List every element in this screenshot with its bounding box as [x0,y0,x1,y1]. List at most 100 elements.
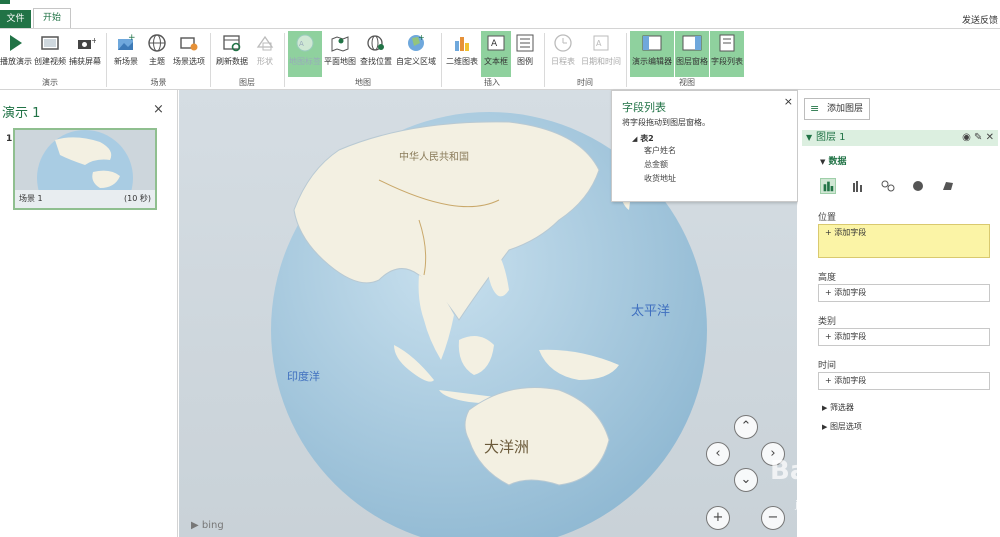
create-video-label: 创建视频 [34,57,66,66]
category-field-well[interactable]: + 添加字段 [818,328,990,346]
close-field-list-icon[interactable]: × [784,95,793,108]
custom-regions-icon: + [408,33,425,51]
height-field-well[interactable]: + 添加字段 [818,284,990,302]
timeline-button[interactable]: 日程表 [548,31,578,77]
refresh-data-button[interactable]: 刷新数据 [214,31,250,77]
layer-pane-button[interactable]: 图层窗格 [675,31,709,77]
custom-regions-label: 自定义区域 [396,57,436,66]
svg-text:+: + [418,33,425,42]
excel-logo-icon [0,0,10,4]
create-video-button[interactable]: 创建视频 [32,31,68,77]
date-time-label: 日期和时间 [581,57,621,66]
eye-icon[interactable]: ◉ [962,132,971,143]
tilt-up-button[interactable]: ⌃ [734,415,758,439]
scene-options-label: 场景选项 [173,57,205,66]
scene-number: 1 [6,134,13,144]
clock-icon [554,34,572,52]
timeline-label: 日程表 [551,57,575,66]
layer-name: 图层 1 [816,132,846,143]
bubble-viz-icon[interactable] [880,178,896,194]
label-china: 中华人民共和国 [399,150,469,163]
chevron-up-icon: ⌃ [740,419,752,434]
heat-map-viz-icon[interactable] [910,178,926,194]
collapse-arrow-icon: ▼ [820,158,826,166]
date-time-button[interactable]: A 日期和时间 [580,31,622,77]
layer-pane-label: 图层窗格 [676,57,708,66]
field-list-table[interactable]: ◢ 表2 [632,133,654,144]
zoom-out-button[interactable]: − [761,506,785,530]
delete-icon[interactable]: ✕ [986,132,994,143]
expand-arrow-icon: ▶ [822,423,828,431]
layer-options-section[interactable]: ▶ 图层选项 [822,421,862,432]
svg-text:A: A [299,40,304,48]
region-viz-icon[interactable] [940,178,956,194]
location-field-well[interactable]: + 添加字段 [818,224,990,258]
height-label: 高度 [818,273,837,283]
legend-button[interactable]: 图例 [512,31,538,77]
field-list-popup: 字段列表 × 将字段拖动到图层窗格。 ◢ 表2 客户姓名 总金额 收货地址 [611,90,798,202]
layer-header-icons: ◉ ✎ ✕ [962,130,994,146]
pencil-icon[interactable]: ✎ [974,132,982,143]
themes-label: 主题 [149,57,165,66]
text-box-button[interactable]: A 文本框 [481,31,511,77]
field-list-button[interactable]: 字段列表 [710,31,744,77]
new-scene-label: 新场景 [114,57,138,66]
new-scene-button[interactable]: + 新场景 [111,31,141,77]
tab-home[interactable]: 开始 [33,8,71,28]
zoom-in-button[interactable]: + [706,506,730,530]
add-layer-label: 添加图层 [827,104,864,114]
find-location-icon [367,35,384,51]
ribbon-separator [106,33,107,87]
flat-map-icon [331,36,349,52]
play-tour-button[interactable]: 播放演示 [0,31,32,77]
stacked-column-viz-icon[interactable] [820,178,836,194]
tilt-down-button[interactable]: ⌄ [734,468,758,492]
ribbon-separator [626,33,627,87]
label-indian-ocean: 印度洋 [287,369,320,383]
map-labels-button[interactable]: A 地图标签 [288,31,322,77]
scene-options-button[interactable]: 场景选项 [172,31,206,77]
filters-section[interactable]: ▶ 筛选器 [822,402,854,413]
scene-thumbnail-card[interactable]: 场景 1 (10 秒) [13,128,157,210]
group-insert: 插入 [484,78,500,87]
svg-text:A: A [596,39,602,48]
expand-arrow-icon: ▶ [822,404,828,412]
send-feedback-link[interactable]: 发送反馈 [962,13,998,26]
capture-screen-button[interactable]: + 捕获屏幕 [68,31,102,77]
field-list-hint: 将字段拖动到图层窗格。 [622,118,710,127]
field-item[interactable]: 收货地址 [644,173,676,184]
flat-map-button[interactable]: 平面地图 [323,31,357,77]
data-section-header[interactable]: ▼ 数据 [820,154,847,167]
text-box-icon: A [487,35,505,51]
add-layer-icon: ≡ [810,102,820,115]
2d-chart-button[interactable]: 二维图表 [445,31,479,77]
clustered-column-viz-icon[interactable] [850,178,866,194]
baidu-watermark-url: jingyan.baidu.com [795,498,897,511]
globe-icon [148,34,166,52]
tour-editor-button[interactable]: 演示编辑器 [630,31,674,77]
location-label: 位置 [818,213,837,223]
svg-text:+: + [128,33,136,43]
add-layer-button[interactable]: ≡ 添加图层 [804,98,870,120]
find-location-label: 查找位置 [360,57,392,66]
scene-label-bar: 场景 1 (10 秒) [15,190,155,208]
bing-attribution: ▶ bing [191,520,224,531]
field-list-title: 字段列表 [622,101,666,114]
close-tour-editor-icon[interactable]: × [153,102,164,117]
ribbon-separator [441,33,442,87]
chevron-down-icon: ⌄ [740,472,752,487]
themes-button[interactable]: 主题 [143,31,171,77]
group-map: 地图 [355,78,371,87]
tab-file[interactable]: 文件 [0,10,31,28]
field-item[interactable]: 总金额 [644,159,668,170]
field-item[interactable]: 客户姓名 [644,145,676,156]
flat-map-label: 平面地图 [324,57,356,66]
label-pacific: 太平洋 [631,304,670,319]
layer-header[interactable]: ▼ 图层 1 ◉ ✎ ✕ [802,130,998,146]
rotate-left-button[interactable]: ‹ [706,442,730,466]
shapes-button[interactable]: 形状 [251,31,279,77]
custom-regions-button[interactable]: + 自定义区域 [395,31,437,77]
camera-icon: + [78,36,96,49]
time-field-well[interactable]: + 添加字段 [818,372,990,390]
find-location-button[interactable]: 查找位置 [358,31,394,77]
